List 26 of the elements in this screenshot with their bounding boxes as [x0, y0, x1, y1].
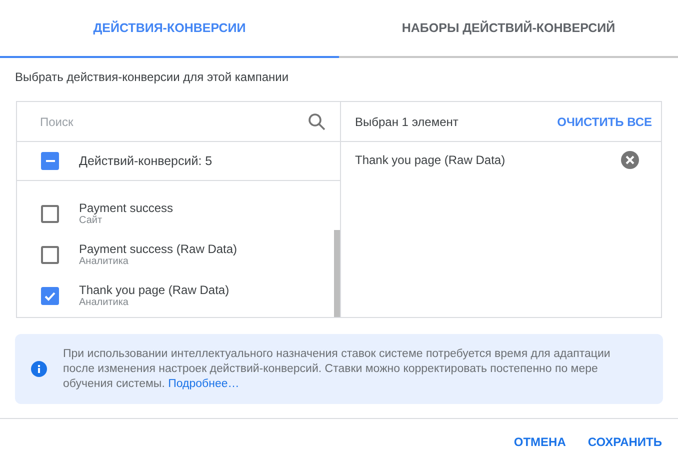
- checkbox[interactable]: [41, 152, 59, 170]
- tab[interactable]: ДЕЙСТВИЯ-КОНВЕРСИИ: [0, 0, 339, 58]
- checkbox[interactable]: [41, 204, 59, 222]
- info-icon: [31, 361, 47, 377]
- info-text: При использовании интеллектуального назначения ставок системе потребуется время для адаптации после изменения настроек действий-конверсий. Ставки можно корректировать постепенно по мере обучения системы. Подробнее…: [63, 346, 612, 392]
- conversion-name: Payment success: [79, 201, 174, 215]
- scrollbar-thumb[interactable]: [334, 230, 340, 317]
- checkbox[interactable]: [41, 246, 59, 264]
- tab[interactable]: НАБОРЫ ДЕЙСТВИЙ-КОНВЕРСИЙ: [339, 0, 678, 58]
- remove-icon[interactable]: [621, 151, 639, 169]
- clear-all-button[interactable]: ОЧИСТИТЬ ВСЕ: [557, 114, 652, 128]
- conversion-source: Сайт: [79, 215, 104, 226]
- conversion-name: Payment success (Raw Data): [79, 242, 238, 256]
- instruction-text: Выбрать действия-конверсии для этой кампании: [14, 69, 290, 86]
- learn-more-link[interactable]: Подробнее…: [168, 378, 240, 390]
- checkbox[interactable]: [41, 286, 59, 304]
- dialog-button[interactable]: СОХРАНИТЬ: [588, 435, 662, 449]
- group-label: Действий-конверсий: 5: [79, 154, 212, 168]
- search-icon[interactable]: [308, 112, 326, 130]
- selected-item: Thank you page (Raw Data): [355, 153, 506, 167]
- dialog-button[interactable]: ОТМЕНА: [514, 435, 566, 449]
- search-field[interactable]: Поиск: [38, 114, 308, 130]
- conversion-name: Thank you page (Raw Data): [79, 283, 230, 297]
- selection-count: Выбран 1 элемент: [355, 114, 458, 128]
- conversion-source: Аналитика: [79, 256, 130, 267]
- conversion-source: Аналитика: [79, 297, 130, 308]
